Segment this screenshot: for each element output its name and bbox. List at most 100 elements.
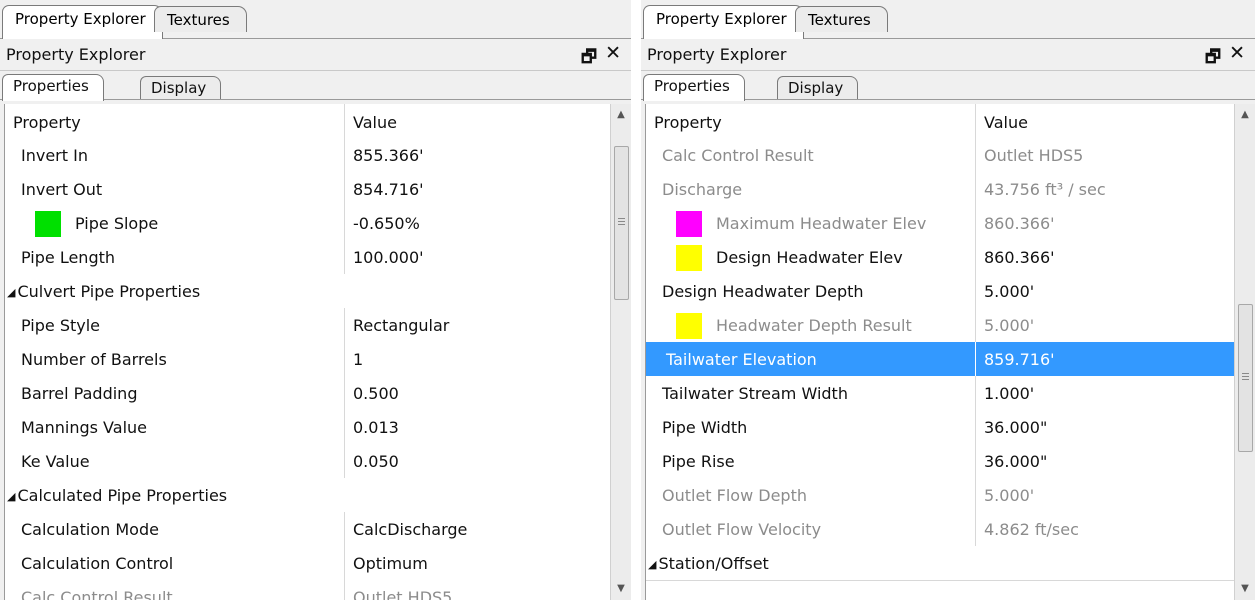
vertical-scrollbar[interactable]: ▲ ▼ <box>610 104 631 600</box>
property-value[interactable]: 36.000" <box>984 418 1047 437</box>
grid-header: Property Value <box>5 104 611 139</box>
collapse-triangle-icon[interactable]: ◢ <box>648 558 656 571</box>
property-row[interactable]: Calculation Control Optimum <box>5 546 611 581</box>
property-row[interactable]: Pipe Width 36.000" <box>646 410 1235 445</box>
collapse-triangle-icon[interactable]: ◢ <box>7 286 15 299</box>
restore-icon[interactable]: 🗗 <box>581 44 597 73</box>
property-row[interactable]: Invert Out 854.716' <box>5 172 611 207</box>
property-name: Outlet Flow Depth <box>662 486 807 505</box>
property-row[interactable]: Barrel Padding 0.500 <box>5 376 611 411</box>
tab-properties[interactable]: Properties <box>2 74 104 101</box>
property-row[interactable]: Calculation Mode CalcDischarge <box>5 512 611 547</box>
restore-icon[interactable]: 🗗 <box>1205 44 1221 73</box>
property-row[interactable]: Headwater Depth Result 5.000' <box>646 308 1235 343</box>
property-value[interactable]: Optimum <box>353 554 428 573</box>
column-header-property[interactable]: Property <box>654 113 722 132</box>
property-row[interactable]: Invert In 855.366' <box>5 138 611 173</box>
property-row[interactable]: Pipe Slope -0.650% <box>5 206 611 241</box>
category-row[interactable]: ◢ Calculated Pipe Properties <box>5 478 611 513</box>
property-name: Calc Control Result <box>21 588 173 600</box>
property-row[interactable]: Design Headwater Elev 860.366' <box>646 240 1235 275</box>
color-swatch <box>676 245 702 271</box>
property-value[interactable]: 854.716' <box>353 180 424 199</box>
property-row[interactable]: Discharge 43.756 ft³ / sec <box>646 172 1235 207</box>
scrollbar-thumb[interactable] <box>614 146 629 300</box>
collapse-triangle-icon[interactable]: ◢ <box>7 490 15 503</box>
property-name: Pipe Rise <box>662 452 735 471</box>
property-value[interactable]: 5.000' <box>984 316 1034 335</box>
tab-property-explorer[interactable]: Property Explorer <box>2 5 163 39</box>
tab-display[interactable]: Display <box>777 76 859 99</box>
property-row[interactable]: Calc Control Result Outlet HDS5 <box>5 580 611 600</box>
category-row[interactable]: ◢ Culvert Pipe Properties <box>5 274 611 309</box>
property-row[interactable]: Number of Barrels 1 <box>5 342 611 377</box>
property-name: Headwater Depth Result <box>716 316 912 335</box>
property-value[interactable]: 36.000" <box>984 452 1047 471</box>
property-name: Calculation Mode <box>21 520 159 539</box>
property-value[interactable]: Rectangular <box>353 316 449 335</box>
property-row[interactable]: Tailwater Elevation 859.716' <box>646 342 1235 377</box>
tab-properties[interactable]: Properties <box>643 74 745 101</box>
tab-textures[interactable]: Textures <box>154 6 247 32</box>
property-value[interactable]: 860.366' <box>984 214 1055 233</box>
vertical-scrollbar[interactable]: ▲ ▼ <box>1234 104 1255 600</box>
property-value[interactable]: 5.000' <box>984 282 1034 301</box>
property-value[interactable]: 0.013 <box>353 418 399 437</box>
property-value[interactable]: 1.000' <box>984 384 1034 403</box>
column-header-property[interactable]: Property <box>13 113 81 132</box>
property-value[interactable]: Outlet HDS5 <box>984 146 1083 165</box>
property-value[interactable]: 859.716' <box>984 350 1055 369</box>
panel-titlebar: Property Explorer 🗗 ✕ <box>641 39 1255 71</box>
property-value[interactable]: 855.366' <box>353 146 424 165</box>
scroll-down-arrow-icon[interactable]: ▼ <box>1235 578 1255 600</box>
property-row[interactable]: Pipe Style Rectangular <box>5 308 611 343</box>
property-name: Barrel Padding <box>21 384 138 403</box>
property-name: Outlet Flow Velocity <box>662 520 822 539</box>
property-value[interactable]: CalcDischarge <box>353 520 467 539</box>
category-row[interactable]: ◢ Station/Offset <box>646 546 1235 581</box>
tab-property-explorer[interactable]: Property Explorer <box>643 5 804 39</box>
property-name: Calc Control Result <box>662 146 814 165</box>
grid-header: Property Value <box>646 104 1235 139</box>
tab-display[interactable]: Display <box>140 76 222 99</box>
property-value[interactable]: 4.862 ft/sec <box>984 520 1079 539</box>
property-value[interactable]: -0.650% <box>353 214 420 233</box>
subtab-bar: Properties Display <box>0 71 631 101</box>
property-value[interactable]: 5.000' <box>984 486 1034 505</box>
scrollbar-thumb[interactable] <box>1238 304 1253 452</box>
property-value[interactable]: 0.500 <box>353 384 399 403</box>
property-row[interactable]: Outlet Flow Depth 5.000' <box>646 478 1235 513</box>
column-header-value[interactable]: Value <box>353 113 397 132</box>
column-header-value[interactable]: Value <box>984 113 1028 132</box>
property-value[interactable]: Outlet HDS5 <box>353 588 452 600</box>
property-name: Pipe Style <box>21 316 101 335</box>
close-icon[interactable]: ✕ <box>605 42 621 64</box>
property-row[interactable]: Calc Control Result Outlet HDS5 <box>646 138 1235 173</box>
property-row[interactable]: Pipe Rise 36.000" <box>646 444 1235 479</box>
property-name: Ke Value <box>21 452 90 471</box>
property-row[interactable]: Maximum Headwater Elev 860.366' <box>646 206 1235 241</box>
property-row[interactable]: Mannings Value 0.013 <box>5 410 611 445</box>
property-name: Pipe Width <box>662 418 748 437</box>
close-icon[interactable]: ✕ <box>1229 42 1245 64</box>
property-name: Tailwater Stream Width <box>662 384 848 403</box>
property-value[interactable]: 0.050 <box>353 452 399 471</box>
scroll-up-arrow-icon[interactable]: ▲ <box>1235 104 1255 126</box>
property-row[interactable]: Pipe Length 100.000' <box>5 240 611 275</box>
property-value[interactable]: 860.366' <box>984 248 1055 267</box>
property-value[interactable]: 43.756 ft³ / sec <box>984 180 1106 199</box>
tab-textures[interactable]: Textures <box>795 6 888 32</box>
category-label: ◢ Calculated Pipe Properties <box>7 486 228 505</box>
property-name: Tailwater Elevation <box>666 350 817 369</box>
property-row[interactable]: Design Headwater Depth 5.000' <box>646 274 1235 309</box>
scroll-up-arrow-icon[interactable]: ▲ <box>611 104 631 126</box>
property-row[interactable]: Ke Value 0.050 <box>5 444 611 479</box>
category-label: ◢ Station/Offset <box>648 554 769 573</box>
scroll-down-arrow-icon[interactable]: ▼ <box>611 578 631 600</box>
property-explorer-panel-right: Property Explorer Textures Property Expl… <box>641 0 1255 600</box>
property-row[interactable]: Outlet Flow Velocity 4.862 ft/sec <box>646 512 1235 547</box>
property-row[interactable]: Tailwater Stream Width 1.000' <box>646 376 1235 411</box>
category-label: ◢ Culvert Pipe Properties <box>7 282 201 301</box>
property-value[interactable]: 1 <box>353 350 363 369</box>
property-value[interactable]: 100.000' <box>353 248 424 267</box>
